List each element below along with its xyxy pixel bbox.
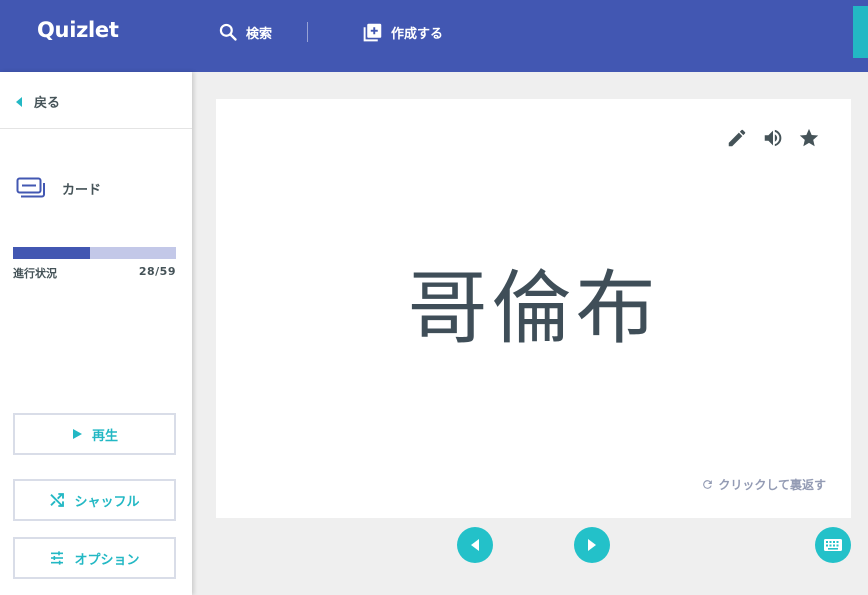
progress-count: 28/59 — [138, 265, 176, 278]
options-label: オプション — [74, 552, 140, 568]
study-mode-label: カード — [62, 182, 102, 198]
search-nav-button[interactable]: 検索 — [218, 20, 272, 44]
shuffle-label: シャッフル — [74, 494, 140, 510]
progress-bar-fill — [13, 247, 91, 259]
create-nav-button[interactable]: 作成する — [362, 20, 443, 44]
pencil-icon[interactable] — [726, 127, 748, 149]
study-mode-selector[interactable]: カード — [16, 177, 101, 199]
play-button[interactable]: 再生 — [13, 413, 176, 455]
back-button[interactable]: 戻る — [16, 92, 60, 111]
header-corner-button[interactable] — [853, 6, 868, 58]
cards-icon — [16, 177, 45, 198]
prev-icon — [471, 539, 479, 551]
caret-left-icon — [16, 96, 22, 107]
keyboard-shortcuts-button[interactable] — [815, 527, 851, 563]
card-term: 哥倫布 — [407, 262, 660, 355]
refresh-icon — [703, 480, 713, 489]
nav-divider — [307, 22, 308, 42]
sliders-icon — [51, 551, 64, 565]
sidebar-divider — [0, 128, 192, 129]
shuffle-button[interactable]: シャッフル — [13, 479, 176, 521]
create-nav-label: 作成する — [391, 26, 444, 42]
add-box-icon — [363, 23, 382, 41]
next-card-button[interactable] — [574, 527, 610, 563]
speaker-icon[interactable] — [762, 127, 784, 149]
search-nav-label: 検索 — [246, 26, 273, 42]
flashcard[interactable]: 哥倫布 クリックして裏返す — [216, 99, 851, 518]
progress-bar — [13, 247, 176, 259]
play-label: 再生 — [91, 428, 118, 444]
keyboard-icon — [824, 539, 842, 551]
play-icon — [72, 429, 82, 439]
sidebar: 戻る カード 進行状況 28/59 再生 シャッフル オプション — [0, 72, 192, 595]
previous-card-button[interactable] — [457, 527, 493, 563]
options-button[interactable]: オプション — [13, 537, 176, 579]
progress-label: 進行状況 — [13, 267, 57, 280]
back-label: 戻る — [34, 96, 61, 111]
next-icon — [588, 539, 596, 551]
search-icon — [219, 23, 237, 41]
quizlet-logo[interactable]: Quizlet — [37, 18, 119, 42]
shuffle-icon — [50, 493, 65, 507]
star-icon[interactable] — [798, 127, 820, 149]
flip-hint-label: クリックして裏返す — [718, 478, 826, 492]
flip-hint: クリックして裏返す — [701, 476, 826, 493]
top-bar: Quizlet 検索 作成する — [0, 0, 868, 72]
